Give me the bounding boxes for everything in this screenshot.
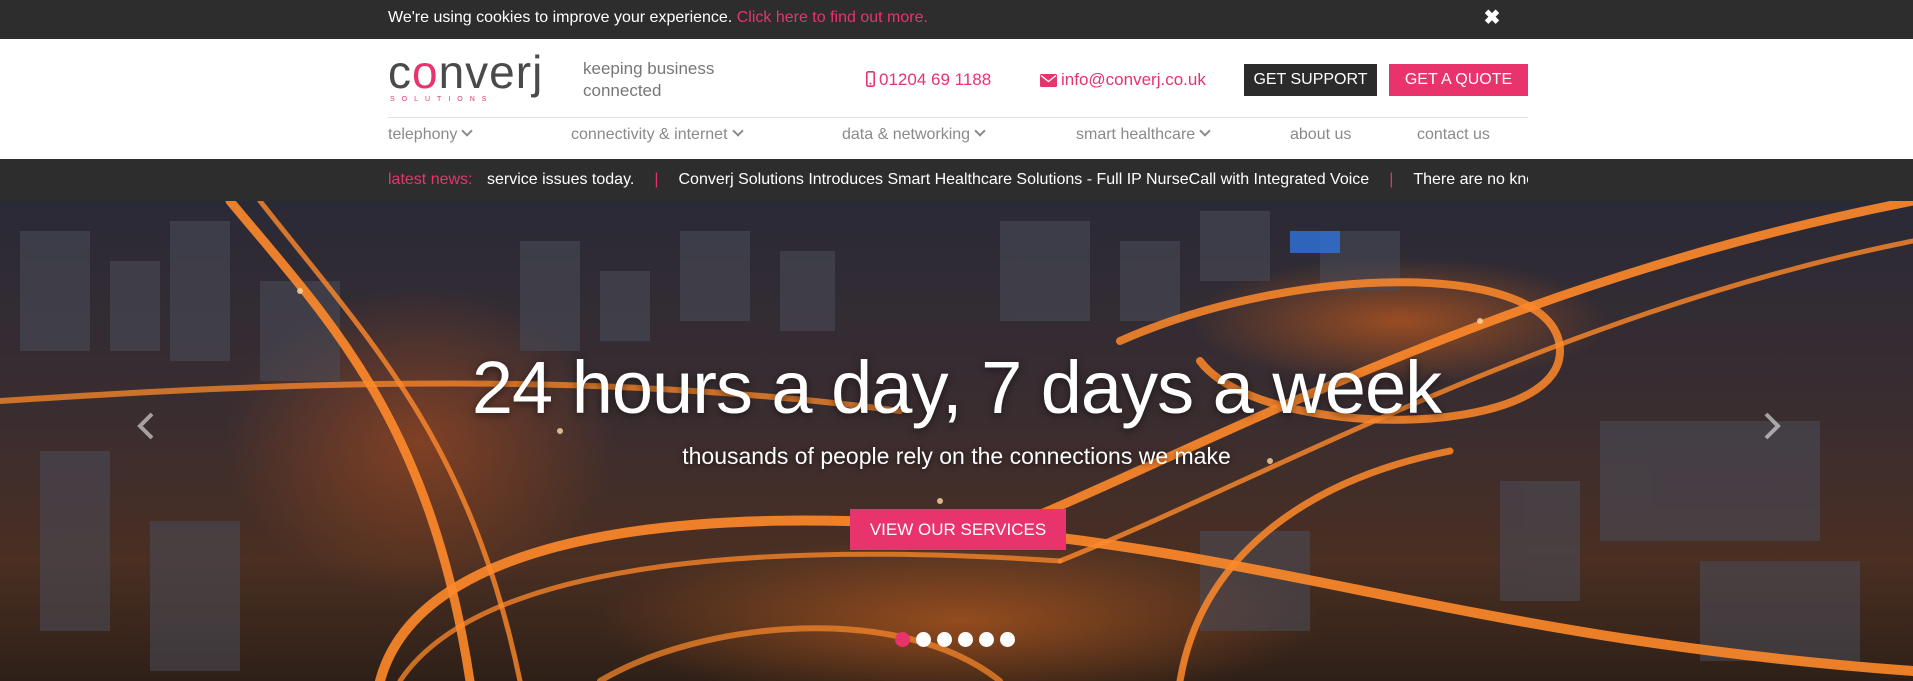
cookie-more-link[interactable]: Click here to find out more. [737, 9, 928, 26]
slider-dot[interactable] [958, 632, 973, 647]
logo-wordmark: converj [388, 46, 544, 98]
email-link[interactable]: info@converj.co.uk [1040, 70, 1206, 90]
news-item[interactable]: Converj Solutions Introduces Smart Healt… [678, 171, 1369, 188]
hero-title: 24 hours a day, 7 days a week [471, 346, 1442, 429]
slider-dot[interactable] [979, 632, 994, 647]
envelope-icon [1040, 74, 1057, 87]
logo[interactable]: converj SOLUTIONS [388, 46, 558, 103]
news-separator: | [1389, 171, 1394, 188]
hero-subtitle: thousands of people rely on the connecti… [682, 443, 1231, 469]
cookie-message: We're using cookies to improve your expe… [388, 9, 928, 27]
hero-background-image [0, 201, 1913, 681]
cookie-banner: We're using cookies to improve your expe… [0, 0, 1913, 39]
news-ticker-bar: latest news: service issues today. | Conve… [0, 159, 1913, 201]
get-quote-button[interactable]: GET A QUOTE [1389, 64, 1528, 96]
nav-item-data-networking[interactable]: data & networking [842, 125, 986, 144]
chevron-down-icon [731, 125, 744, 137]
news-ticker: service issues today. | Converj Solutions … [487, 171, 1528, 193]
slider-pagination [895, 632, 1021, 650]
main-nav: telephony connectivity & internet data &… [0, 125, 1913, 156]
close-icon[interactable]: ✖ [1480, 5, 1504, 30]
news-item[interactable]: There are no known [1413, 171, 1528, 188]
slider-dot[interactable] [937, 632, 952, 647]
hero-slider: 24 hours a day, 7 days a week thousands … [0, 201, 1913, 681]
logo-subtitle: SOLUTIONS [390, 96, 494, 103]
nav-item-smart-healthcare[interactable]: smart healthcare [1076, 125, 1211, 144]
nav-item-telephony[interactable]: telephony [388, 125, 474, 144]
mobile-phone-icon [866, 71, 875, 87]
tagline: keeping business connected [583, 59, 715, 100]
chevron-down-icon [461, 125, 474, 137]
cookie-message-text: We're using cookies to improve your expe… [388, 9, 733, 26]
slider-dot[interactable] [916, 632, 931, 647]
chevron-down-icon [1199, 125, 1211, 137]
nav-item-about-us[interactable]: about us [1290, 126, 1351, 144]
slider-dot[interactable] [1000, 632, 1015, 647]
nav-item-contact-us[interactable]: contact us [1417, 126, 1490, 144]
news-label: latest news: [388, 171, 473, 188]
nav-item-connectivity[interactable]: connectivity & internet [571, 125, 744, 144]
chevron-down-icon [974, 125, 986, 137]
header-divider [388, 117, 1528, 118]
site-header: converj SOLUTIONS keeping business conne… [0, 39, 1913, 159]
get-support-button[interactable]: GET SUPPORT [1244, 64, 1377, 96]
news-item[interactable]: service issues today. [487, 171, 634, 188]
email-address: info@converj.co.uk [1061, 70, 1206, 89]
view-services-button[interactable]: VIEW OUR SERVICES [850, 509, 1066, 550]
phone-number: 01204 69 1188 [879, 70, 992, 89]
phone-link[interactable]: 01204 69 1188 [866, 70, 991, 90]
slider-dot-active[interactable] [895, 632, 910, 647]
news-separator: | [654, 171, 659, 188]
